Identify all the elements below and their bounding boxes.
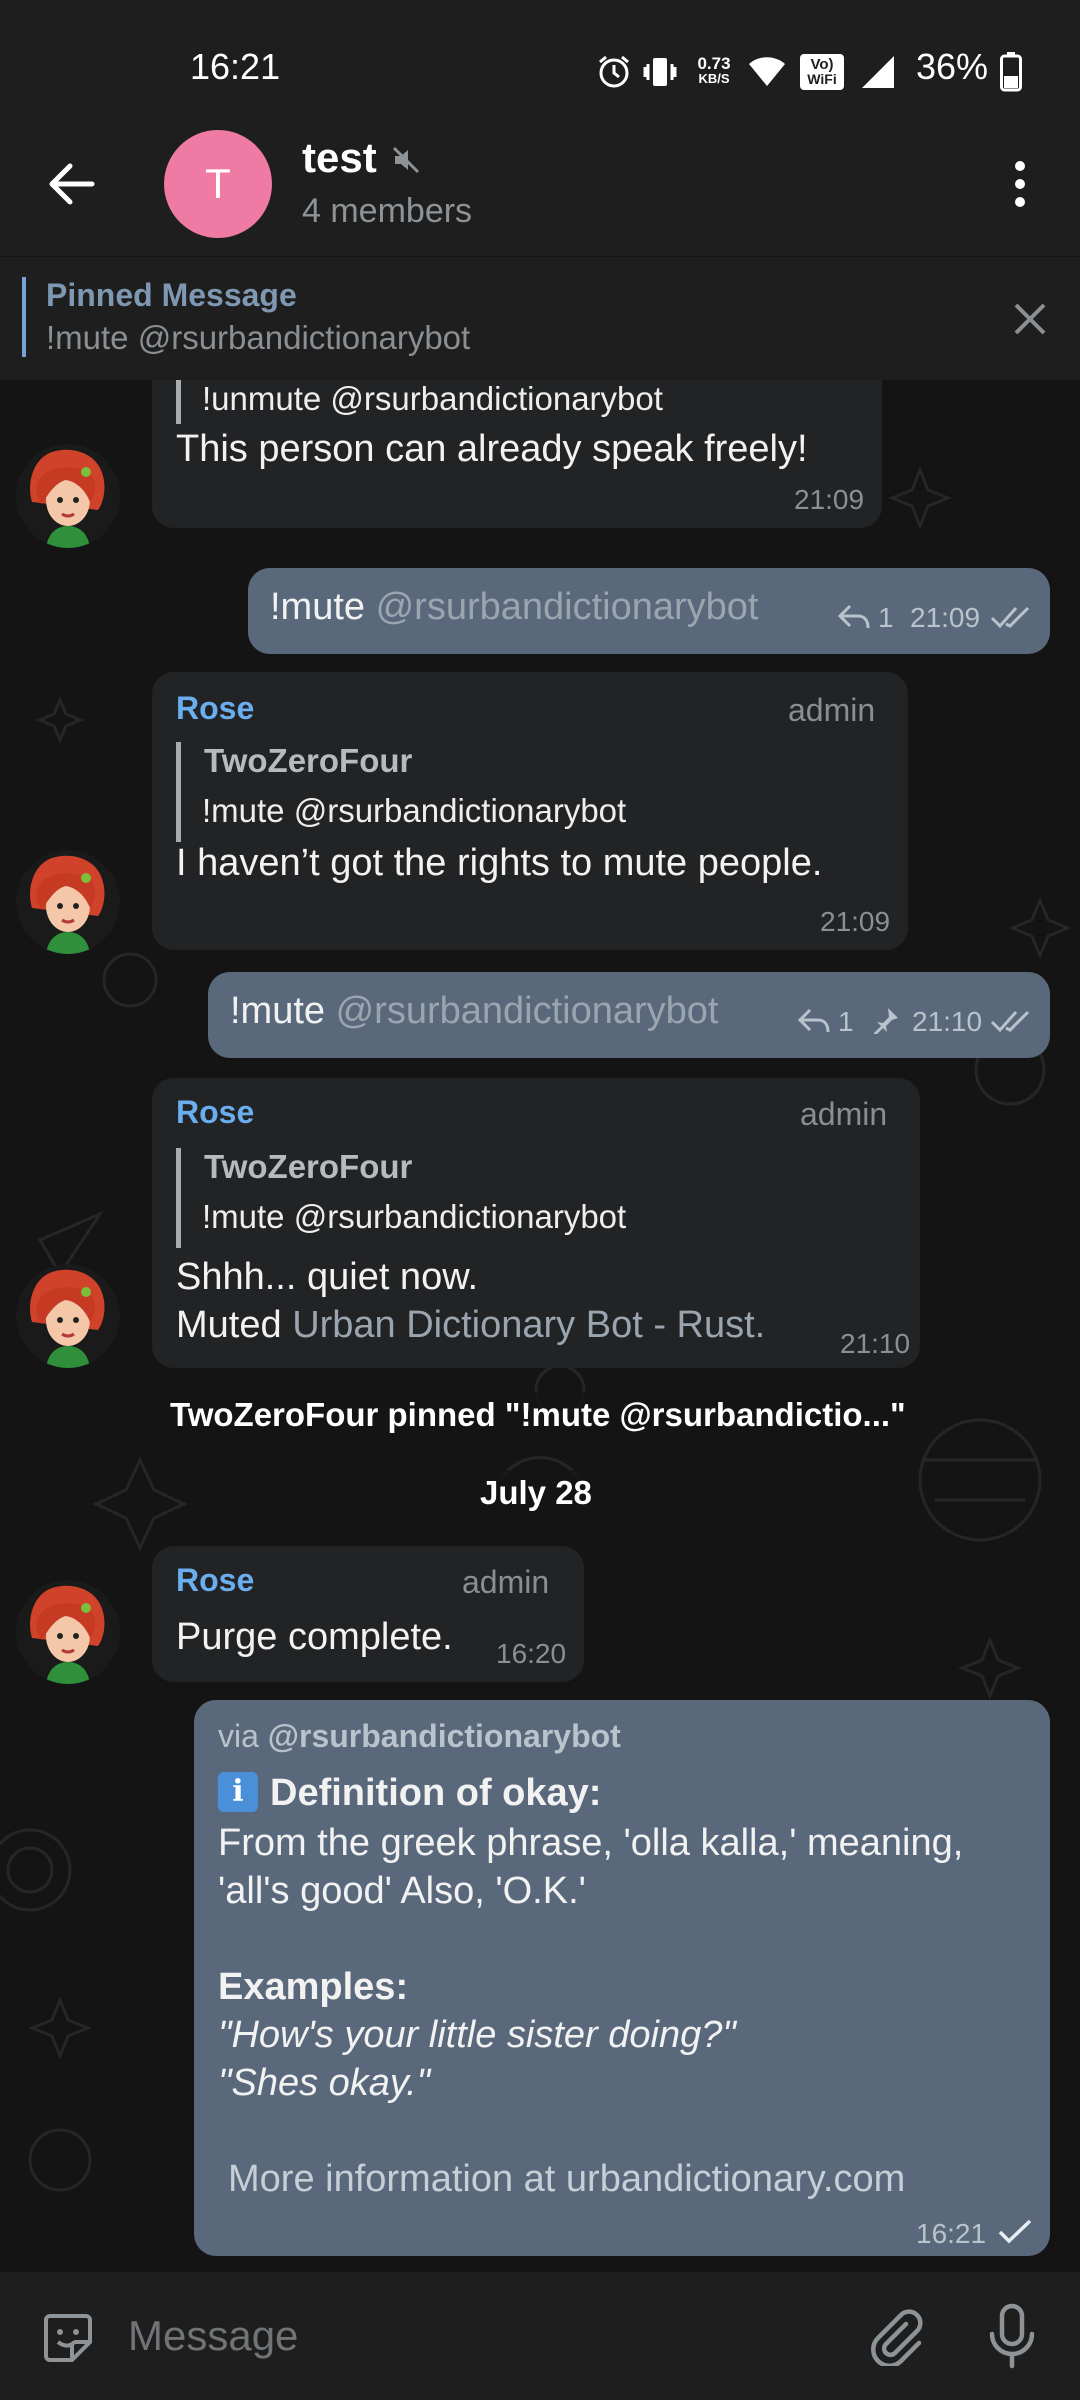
message-time: 21:09 [910, 602, 981, 633]
example-1: "How's your little sister doing?" [218, 2014, 736, 2056]
message-time: 21:10 [912, 1006, 983, 1037]
muted-speaker-icon [392, 146, 420, 174]
pinned-title: Pinned Message [46, 277, 297, 313]
sender-name[interactable]: Rose [176, 1094, 254, 1131]
double-check-icon [990, 1010, 1030, 1033]
alarm-icon [599, 55, 629, 88]
chat-title[interactable]: test [302, 134, 377, 182]
message-list[interactable]: !unmute @rsurbandictionarybot This perso… [0, 380, 1080, 2272]
reply-quote-author: TwoZeroFour [204, 742, 413, 779]
status-time: 16:21 [190, 46, 281, 87]
muted-prefix: Muted [176, 1304, 282, 1346]
battery-icon [1000, 52, 1022, 92]
message-time: 16:20 [496, 1638, 567, 1669]
microphone-icon[interactable] [982, 2302, 1042, 2370]
message-text: !mute @rsurbandictionarybot [230, 990, 719, 1033]
sender-name[interactable]: Rose [176, 1562, 254, 1599]
reply-count-icon [838, 604, 870, 629]
muted-user-link[interactable]: Urban Dictionary Bot - Rust. [292, 1304, 765, 1346]
message-bubble-incoming[interactable]: Rose admin TwoZeroFour !mute @rsurbandic… [152, 672, 908, 950]
reply-quote-text: !mute @rsurbandictionarybot [202, 792, 627, 829]
definition-line-1: From the greek phrase, 'olla kalla,' mea… [218, 1822, 964, 1864]
admin-role-label: admin [788, 692, 876, 728]
more-info-text[interactable]: More information at urbandictionary.com [228, 2158, 905, 2201]
rose-bot-avatar[interactable] [16, 444, 120, 548]
message-text: Purge complete. [176, 1616, 453, 1658]
message-time: 21:09 [820, 906, 891, 937]
message-bubble-incoming[interactable]: !unmute @rsurbandictionarybot This perso… [152, 380, 882, 528]
rose-bot-avatar[interactable] [16, 1264, 120, 1368]
chat-header: T test 4 members [0, 112, 1080, 256]
message-bubble-outgoing[interactable]: !mute @rsurbandictionarybot 1 21:10 [208, 972, 1050, 1058]
via-bot-link[interactable]: @rsurbandictionarybot [268, 1718, 621, 1754]
reply-quote-bar [176, 380, 181, 424]
reply-count: 1 [878, 602, 894, 633]
volte-icon: Vo) WiFi [800, 54, 844, 90]
message-text-line2: Muted Urban Dictionary Bot - Rust. [176, 1304, 765, 1347]
pinned-message-bar[interactable]: Pinned Message !mute @rsurbandictionaryb… [0, 256, 1080, 381]
info-emoji-icon: i [218, 1772, 258, 1812]
message-text-line1: Shhh... quiet now. [176, 1256, 479, 1298]
bot-mention-link[interactable]: @rsurbandictionarybot [376, 586, 759, 628]
pinned-accent-line [22, 277, 26, 357]
reply-count-icon [798, 1008, 830, 1033]
rose-bot-avatar[interactable] [16, 1580, 120, 1684]
member-count[interactable]: 4 members [302, 192, 472, 231]
reply-quote-author: TwoZeroFour [204, 1148, 413, 1185]
message-bubble-incoming[interactable]: Rose admin TwoZeroFour !mute @rsurbandic… [152, 1078, 920, 1368]
command-text: !mute [270, 586, 366, 628]
signal-icon [862, 56, 894, 88]
message-text: !mute @rsurbandictionarybot [270, 586, 759, 629]
command-text: !mute [230, 990, 326, 1032]
examples-title: Examples: [218, 1966, 409, 2008]
example-2: "Shes okay." [218, 2062, 431, 2104]
reply-quote-text: !mute @rsurbandictionarybot [202, 1198, 627, 1235]
sticker-emoji-icon[interactable] [38, 2308, 98, 2368]
network-speed: 0.73 KB/S [697, 54, 731, 86]
bot-mention-link[interactable]: @rsurbandictionarybot [336, 990, 719, 1032]
message-input[interactable]: Message [128, 2312, 298, 2360]
definition-line-2: 'all's good' Also, 'O.K.' [218, 1870, 586, 1912]
group-avatar[interactable]: T [164, 130, 272, 238]
admin-role-label: admin [462, 1564, 550, 1600]
message-time: 21:09 [794, 484, 865, 515]
attach-paperclip-icon[interactable] [866, 2306, 926, 2366]
vibrate-icon [643, 58, 677, 86]
admin-role-label: admin [800, 1096, 888, 1132]
message-text: This person can already speak freely! [176, 428, 808, 470]
reply-quote-text: !unmute @rsurbandictionarybot [202, 380, 663, 417]
close-icon[interactable] [1012, 301, 1048, 337]
date-separator: July 28 [466, 1470, 606, 1516]
message-time: 21:10 [840, 1328, 911, 1359]
reply-quote-bar [176, 742, 181, 842]
reply-quote-bar [176, 1148, 181, 1248]
battery-percent: 36% [916, 46, 989, 87]
reply-count: 1 [838, 1006, 854, 1037]
single-check-icon [998, 2219, 1032, 2244]
wifi-icon [749, 57, 785, 86]
message-input-bar: Message [0, 2272, 1080, 2400]
back-arrow-icon[interactable] [44, 156, 100, 212]
double-check-icon [990, 606, 1030, 629]
more-vertical-icon[interactable] [1000, 156, 1040, 212]
inline-bot-result-bubble[interactable]: via @rsurbandictionarybot i Definition o… [194, 1700, 1050, 2256]
pinned-text: !mute @rsurbandictionarybot [46, 319, 471, 356]
definition-title: Definition of okay: [270, 1772, 602, 1814]
rose-bot-avatar[interactable] [16, 850, 120, 954]
message-bubble-incoming[interactable]: Rose admin Purge complete. 16:20 [152, 1546, 584, 1682]
via-prefix: via [218, 1718, 259, 1754]
message-time: 16:21 [916, 2218, 987, 2249]
via-bot-line: via @rsurbandictionarybot [218, 1718, 621, 1755]
message-bubble-outgoing[interactable]: !mute @rsurbandictionarybot 1 21:09 [248, 568, 1050, 654]
pin-icon [874, 1008, 898, 1034]
message-text: I haven’t got the rights to mute people. [176, 842, 823, 884]
sender-name[interactable]: Rose [176, 690, 254, 727]
status-bar: 16:21 0.73 KB/S Vo) WiFi 36% [0, 0, 1080, 112]
service-message-pinned[interactable]: TwoZeroFour pinned "!mute @rsurbandictio… [160, 1392, 916, 1438]
